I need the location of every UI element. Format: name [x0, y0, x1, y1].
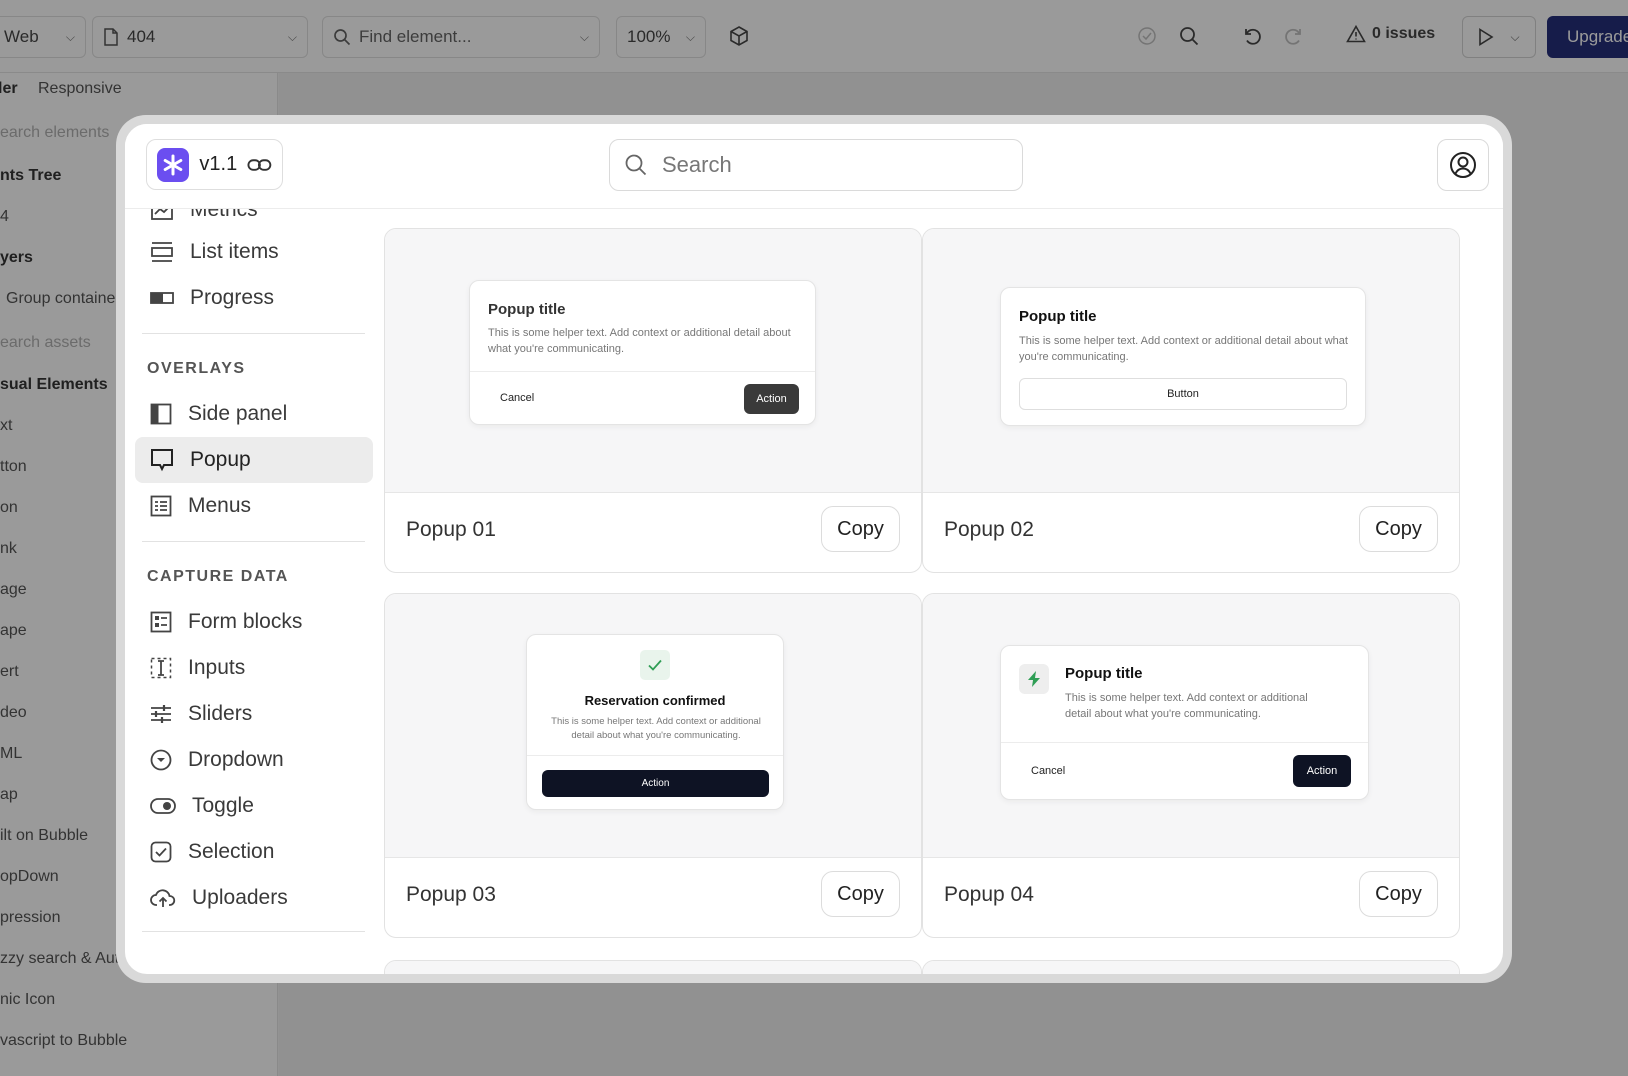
nav-item-label: Metrics: [190, 209, 258, 221]
popup-card-04[interactable]: Popup title This is some helper text. Ad…: [922, 593, 1460, 938]
preview-popup-title: Popup title: [1065, 665, 1143, 682]
nav-item-label: Menus: [188, 494, 252, 517]
search-input[interactable]: [662, 152, 992, 178]
search-field[interactable]: [609, 139, 1023, 191]
popup-card-02[interactable]: Popup title This is some helper text. Ad…: [922, 228, 1460, 573]
nav-item-progress[interactable]: Progress: [135, 275, 373, 321]
nav-item-menus[interactable]: Menus: [135, 483, 373, 529]
menu-list-icon: [150, 495, 172, 517]
preview-action: Action: [1293, 755, 1351, 787]
nav-item-popup[interactable]: Popup: [135, 437, 373, 483]
nav-item-side-panel[interactable]: Side panel: [135, 391, 373, 437]
nav-item-form-blocks[interactable]: Form blocks: [135, 599, 373, 645]
version-label: v1.1: [199, 153, 238, 175]
chart-icon: [151, 209, 173, 220]
nav-item-sliders[interactable]: Sliders: [135, 691, 373, 737]
nav-item-label: Uploaders: [192, 886, 288, 909]
nav-section-overlays: OVERLAYS: [147, 360, 246, 377]
lightning-bolt-icon: [1019, 664, 1049, 694]
text-cursor-icon: [150, 657, 172, 679]
toggle-icon: [150, 798, 176, 814]
preview-popup: Reservation confirmed This is some helpe…: [526, 634, 784, 810]
nav-item-label: Popup: [190, 448, 251, 471]
card-title: Popup 03: [406, 883, 496, 906]
nav-item-list-items[interactable]: List items: [135, 229, 373, 275]
nav-item-toggle[interactable]: Toggle: [135, 783, 373, 829]
side-panel-icon: [150, 403, 172, 425]
modal-header: v1.1: [125, 124, 1503, 209]
link-icon[interactable]: [247, 157, 272, 173]
copy-button[interactable]: Copy: [1359, 506, 1438, 552]
preview-popup: Popup title This is some helper text. Ad…: [1000, 287, 1366, 426]
nav-item-label: Progress: [190, 286, 275, 309]
preview-cancel: Cancel: [500, 392, 535, 404]
popup-card-partial: [384, 960, 922, 974]
preview-action: Action: [744, 384, 799, 414]
nav-item-label: Form blocks: [188, 610, 303, 633]
nav-section-capture-data: CAPTURE DATA: [147, 568, 289, 585]
preview-popup-divider: [527, 755, 783, 756]
preview-popup: Popup title This is some helper text. Ad…: [469, 280, 816, 425]
preview-popup-divider: [470, 371, 815, 372]
preview-popup-help: This is some helper text. Add context or…: [488, 327, 791, 355]
preview-popup-help: This is some helper text. Add context or…: [1065, 692, 1308, 720]
preview-action: Action: [542, 770, 769, 797]
sliders-icon: [151, 705, 171, 723]
nav-item-label: Inputs: [188, 656, 246, 679]
card-preview: Reservation confirmed This is some helpe…: [385, 594, 921, 858]
card-preview: [923, 961, 1459, 974]
dropdown-circle-icon: [150, 749, 172, 771]
preview-popup: Popup title This is some helper text. Ad…: [1000, 645, 1369, 800]
preview-popup-title: Popup title: [488, 301, 566, 318]
preview-popup-title: Popup title: [1019, 308, 1097, 325]
category-nav: Metrics List items Progress OVERLAYS Sid…: [125, 209, 375, 974]
nav-item-label: Dropdown: [188, 748, 284, 771]
nav-item-label: List items: [190, 240, 279, 263]
nav-item-label: Sliders: [188, 702, 253, 725]
card-preview: Popup title This is some helper text. Ad…: [385, 229, 921, 493]
nav-divider: [142, 931, 365, 932]
preview-popup-help: This is some helper text. Add context or…: [551, 716, 761, 741]
asterisk-logo-icon: [157, 147, 190, 182]
nav-divider: [142, 333, 365, 334]
modal-body: v1.1 Metrics List items Progress OVERLAY…: [125, 124, 1503, 974]
copy-button[interactable]: Copy: [821, 871, 900, 917]
nav-item-uploaders[interactable]: Uploaders: [135, 875, 373, 921]
preview-cancel: Cancel: [1031, 765, 1066, 777]
nav-item-label: Selection: [188, 840, 275, 863]
popup-card-01[interactable]: Popup title This is some helper text. Ad…: [384, 228, 922, 573]
cloud-upload-icon: [150, 889, 176, 907]
card-title: Popup 01: [406, 518, 496, 541]
list-icon: [151, 242, 173, 262]
card-title: Popup 02: [944, 518, 1034, 541]
nav-item-label: Side panel: [188, 402, 288, 425]
preview-popup-help: This is some helper text. Add context or…: [1019, 335, 1348, 363]
preview-popup-title: Reservation confirmed: [584, 693, 726, 708]
search-icon: [625, 154, 647, 176]
nav-divider: [142, 541, 365, 542]
progress-bar-icon: [150, 292, 174, 304]
form-icon: [150, 611, 172, 633]
nav-item-label: Toggle: [192, 794, 254, 817]
preview-popup-divider: [1001, 742, 1368, 743]
popup-icon: [151, 449, 173, 472]
nav-item-dropdown[interactable]: Dropdown: [135, 737, 373, 783]
card-title: Popup 04: [944, 883, 1034, 906]
card-preview: Popup title This is some helper text. Ad…: [923, 229, 1459, 493]
checkbox-icon: [150, 841, 172, 863]
nav-item-inputs[interactable]: Inputs: [135, 645, 373, 691]
popup-card-03[interactable]: Reservation confirmed This is some helpe…: [384, 593, 922, 938]
preview-button: Button: [1019, 378, 1347, 410]
user-circle-icon: [1450, 152, 1476, 178]
component-library-modal: v1.1 Metrics List items Progress OVERLAY…: [116, 115, 1512, 983]
card-preview: [385, 961, 921, 974]
copy-button[interactable]: Copy: [821, 506, 900, 552]
popup-card-partial: [922, 960, 1460, 974]
profile-button[interactable]: [1437, 139, 1489, 191]
check-icon: [640, 650, 670, 680]
card-preview: Popup title This is some helper text. Ad…: [923, 594, 1459, 858]
nav-item-selection[interactable]: Selection: [135, 829, 373, 875]
version-badge[interactable]: v1.1: [146, 139, 283, 190]
copy-button[interactable]: Copy: [1359, 871, 1438, 917]
